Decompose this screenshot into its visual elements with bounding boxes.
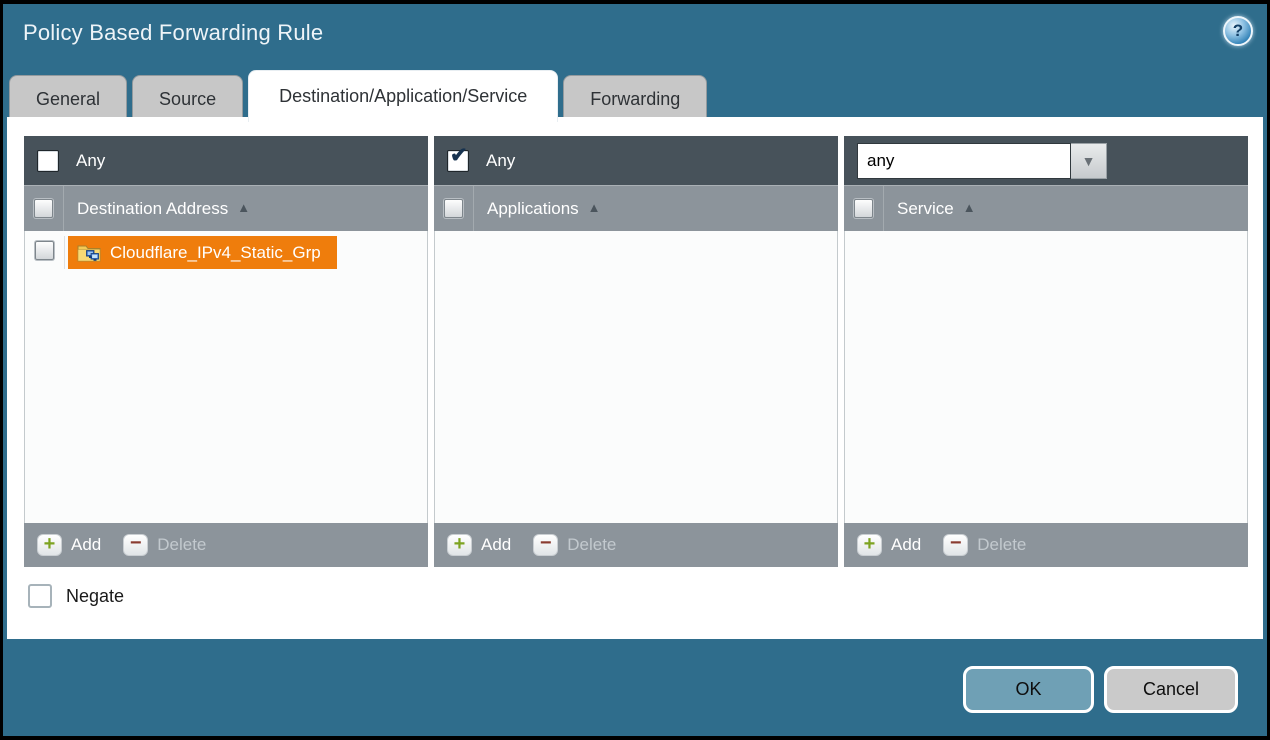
tab-general[interactable]: General [9,75,127,122]
destination-any-label: Any [76,151,105,171]
destination-column-header[interactable]: Destination Address [77,199,228,219]
row-checkbox[interactable] [35,241,54,260]
destination-select-all-checkbox[interactable] [34,199,53,218]
service-add-button[interactable]: + Add [857,534,921,556]
destination-address-column: Any Destination Address ▲ [24,136,428,567]
service-column: any ▼ Service ▲ + Add [844,136,1248,567]
destination-list: Cloudflare_IPv4_Static_Grp [24,231,428,523]
ok-button[interactable]: OK [963,666,1094,713]
add-plus-icon: + [454,534,466,554]
tab-forwarding[interactable]: Forwarding [563,75,707,122]
delete-minus-icon: − [950,533,962,553]
delete-minus-icon: − [540,533,552,553]
policy-based-forwarding-dialog: Policy Based Forwarding Rule ? General S… [3,4,1267,736]
chevron-down-icon: ▼ [1082,153,1096,169]
tab-source[interactable]: Source [132,75,243,122]
table-row[interactable]: Cloudflare_IPv4_Static_Grp [25,231,427,269]
negate-label: Negate [66,586,124,607]
delete-minus-icon: − [130,533,142,553]
service-type-dropdown[interactable]: any ▼ [857,143,1107,179]
tab-destination-application-service[interactable]: Destination/Application/Service [248,70,558,122]
sort-ascending-icon[interactable]: ▲ [588,200,601,215]
applications-column-header[interactable]: Applications [487,199,579,219]
help-icon[interactable]: ? [1223,16,1253,46]
question-mark-glyph: ? [1233,21,1243,41]
tab-content: Any Destination Address ▲ [7,117,1263,639]
address-object-label: Cloudflare_IPv4_Static_Grp [110,243,321,263]
applications-delete-button[interactable]: − Delete [533,534,616,556]
applications-add-button[interactable]: + Add [447,534,511,556]
service-column-header[interactable]: Service [897,199,954,219]
negate-checkbox[interactable] [28,584,52,608]
applications-any-checkbox[interactable]: ✔ [447,150,469,172]
add-plus-icon: + [864,534,876,554]
sort-ascending-icon[interactable]: ▲ [963,200,976,215]
destination-add-button[interactable]: + Add [37,534,101,556]
selected-address-object[interactable]: Cloudflare_IPv4_Static_Grp [68,236,337,269]
applications-list [434,231,838,523]
cancel-button[interactable]: Cancel [1104,666,1238,713]
destination-any-checkbox[interactable] [37,150,59,172]
checkmark-icon: ✔ [450,145,468,166]
applications-any-label: Any [486,151,515,171]
tab-bar: General Source Destination/Application/S… [9,70,707,122]
sort-ascending-icon[interactable]: ▲ [237,200,250,215]
service-delete-button[interactable]: − Delete [943,534,1026,556]
add-plus-icon: + [44,534,56,554]
destination-delete-button[interactable]: − Delete [123,534,206,556]
negate-option: Negate [28,584,124,608]
dropdown-open-button[interactable]: ▼ [1071,143,1107,179]
applications-select-all-checkbox[interactable] [444,199,463,218]
service-type-value[interactable]: any [857,143,1071,179]
service-select-all-checkbox[interactable] [854,199,873,218]
address-group-icon [77,243,101,262]
applications-column: ✔ Any Applications ▲ + Add − [434,136,838,567]
dialog-title: Policy Based Forwarding Rule [23,20,323,46]
service-list [844,231,1248,523]
